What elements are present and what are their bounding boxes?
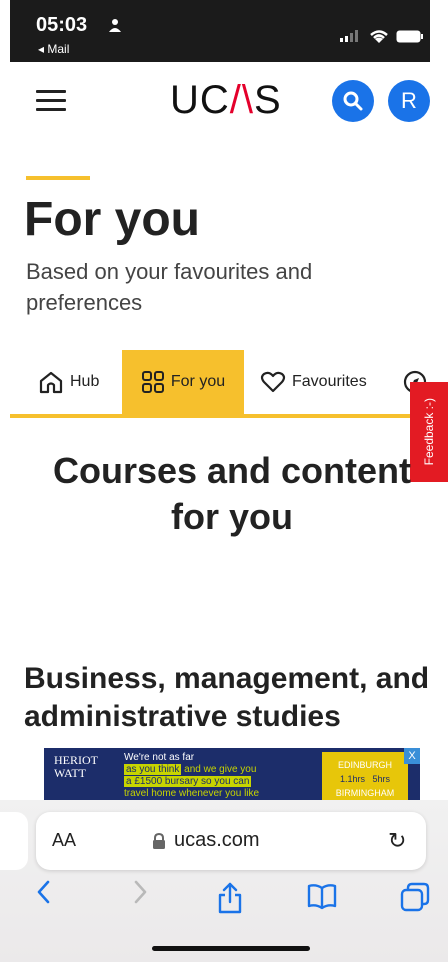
profile-button[interactable]: R: [388, 80, 430, 122]
tab-favourites-label: Favourites: [292, 373, 367, 390]
url-text: ucas.com: [174, 829, 260, 851]
tabs-icon[interactable]: [400, 882, 430, 912]
section-heading: Courses and content for you: [52, 450, 412, 537]
search-button[interactable]: [332, 80, 374, 122]
advert-travel-times: EDINBURGH 1.1hrs 5hrs BIRMINGHAM: [322, 752, 408, 804]
search-icon: [343, 91, 363, 111]
lock-icon: [153, 833, 165, 849]
previous-tab-edge[interactable]: [0, 812, 28, 870]
signal-icon: [340, 30, 358, 42]
page-title: For you: [24, 193, 200, 246]
tab-hub-label: Hub: [70, 373, 100, 390]
tab-bar: Hub For you Favourites: [10, 350, 438, 416]
reader-settings-button[interactable]: AA: [52, 830, 76, 851]
ucas-logo[interactable]: UC/\S: [170, 78, 282, 123]
address-bar[interactable]: AA ucas.com ↻: [36, 812, 426, 870]
site-header: UC/\S R: [10, 62, 438, 140]
grid-icon: [141, 371, 164, 393]
home-icon: [39, 371, 63, 394]
battery-icon: [396, 30, 423, 43]
tab-for-you-label: For you: [170, 373, 226, 390]
browser-toolbar: AA ucas.com ↻: [0, 800, 448, 962]
forward-icon[interactable]: [130, 878, 150, 906]
reload-icon[interactable]: ↻: [388, 828, 406, 854]
tab-favourites[interactable]: Favourites: [260, 350, 367, 414]
bookmarks-icon[interactable]: [306, 882, 338, 910]
status-bar: 05:03 ◂ Mail: [10, 0, 430, 62]
tab-hub[interactable]: Hub: [38, 350, 99, 414]
person-icon: [109, 19, 121, 32]
heart-icon: [260, 371, 286, 393]
tab-bar-underline: [10, 414, 438, 418]
page-subtitle: Based on your favourites and preferences: [26, 259, 313, 315]
subject-heading: Business, management, and administrative…: [24, 662, 430, 733]
advert-close-icon[interactable]: X: [404, 748, 420, 764]
advert-copy: We're not as far as you think and we giv…: [124, 752, 260, 799]
back-to-mail-link[interactable]: ◂ Mail: [38, 42, 69, 56]
home-indicator[interactable]: [152, 946, 310, 951]
share-icon[interactable]: [216, 882, 244, 914]
status-time: 05:03: [36, 14, 88, 36]
back-icon[interactable]: [34, 878, 54, 906]
accent-line: [26, 176, 90, 180]
hamburger-menu-icon[interactable]: [36, 90, 66, 112]
heriot-watt-logo: HERIOT WATT: [54, 753, 98, 780]
advert-banner[interactable]: HERIOT WATT We're not as far as you thin…: [44, 748, 420, 808]
wifi-icon: [370, 30, 388, 43]
tab-for-you[interactable]: For you: [122, 350, 244, 414]
